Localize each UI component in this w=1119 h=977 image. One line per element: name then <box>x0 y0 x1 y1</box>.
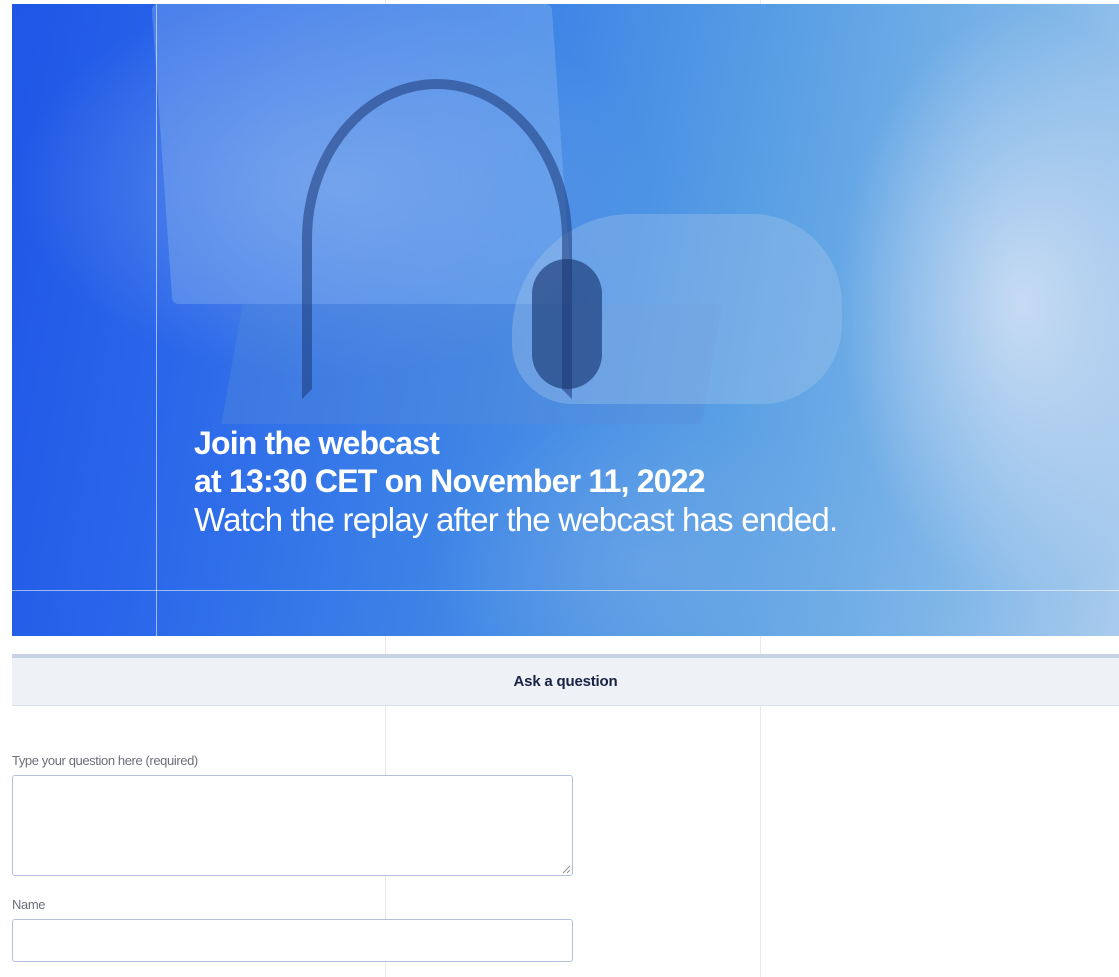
ask-question-header: Ask a question <box>12 654 1119 706</box>
hero-guide-line-horizontal <box>12 590 1119 591</box>
hero-headline: Join the webcast <box>194 425 440 461</box>
question-input[interactable] <box>12 775 573 876</box>
name-field-label: Name <box>12 897 46 912</box>
webcast-page: Join the webcast at 13:30 CET on Novembe… <box>0 0 1119 977</box>
hero-guide-line-vertical <box>156 4 157 636</box>
hero-background-earpiece <box>532 259 602 389</box>
name-input[interactable] <box>12 919 573 962</box>
hero-date-line: at 13:30 CET on November 11, 2022 <box>194 463 706 499</box>
question-field-label: Type your question here (required) <box>12 753 198 768</box>
hero-text-block: Join the webcast at 13:30 CET on Novembe… <box>194 424 838 540</box>
ask-question-title: Ask a question <box>513 673 618 690</box>
hero-replay-note: Watch the replay after the webcast has e… <box>194 501 838 538</box>
webcast-hero-banner: Join the webcast at 13:30 CET on Novembe… <box>12 4 1119 636</box>
